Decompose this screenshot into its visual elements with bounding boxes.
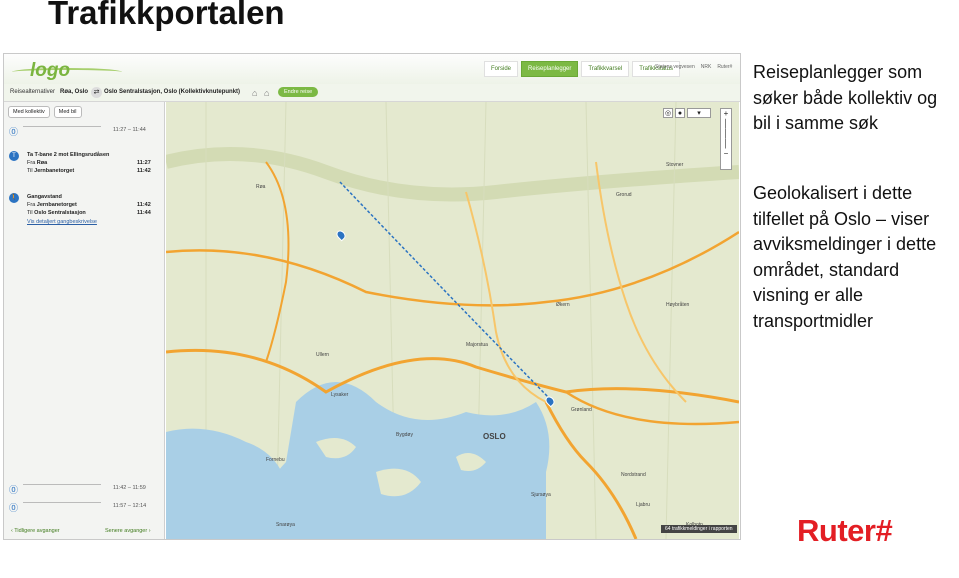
alternative-time: 11:57 – 12:14 (113, 503, 147, 509)
map-place-label: Økern (556, 302, 570, 308)
later-departures-link[interactable]: Senere avganger › (105, 528, 151, 534)
map-place-label: Røa (256, 184, 266, 190)
ruter-logo: Ruter# (797, 513, 893, 548)
alternative-bar (23, 484, 101, 492)
metro-icon: ⓪ (9, 127, 19, 137)
slide: Trafikkportalen logo Forside Reiseplanle… (0, 0, 959, 578)
metro-icon: T (9, 151, 19, 161)
trip-leg: T Ta T-bane 2 mot Ellingsrudåsen Fra Røa… (7, 151, 162, 182)
search-from[interactable]: Røa, Oslo (60, 89, 88, 95)
map-place-label: Snarøya (276, 522, 295, 528)
map-place-label: Majorstua (466, 342, 488, 348)
alternative-time: 11:27 – 11:44 (113, 127, 146, 133)
map-place-label: Ullern (316, 352, 330, 358)
layers-icon[interactable]: ● (675, 108, 685, 118)
mode-tools: Med kollektiv Med bil (8, 106, 82, 118)
traffic-messages-status[interactable]: 64 trafikkmeldinger i rapporten (661, 525, 737, 533)
locate-icon[interactable]: ◎ (663, 108, 673, 118)
mode-bil-button[interactable]: Med bil (53, 106, 82, 118)
map-place-label: Bygdøy (396, 432, 413, 438)
map-place-label: Grorud (616, 192, 632, 198)
alternative-row[interactable]: ⓪ 11:42 – 11:59 (7, 482, 162, 496)
zoom-slider[interactable]: │ (721, 139, 731, 149)
tab-forside[interactable]: Forside (484, 61, 519, 77)
partner-logos: Statens vegvesen NRK Ruter# (655, 64, 732, 70)
slide-text-geolocation: Geolokalisert i dette tilfellet på Oslo … (753, 183, 937, 331)
leg-arrival: 11:44 (137, 210, 151, 216)
leg-to: Til Jernbanetorget (27, 168, 75, 174)
tab-reiseplanlegger[interactable]: Reiseplanlegger (521, 61, 579, 77)
home-icon[interactable]: ⌂ (252, 88, 262, 98)
slide-title: Trafikkportalen (48, 0, 285, 31)
map-type-select[interactable]: ▾ (687, 108, 711, 118)
leg-from: Fra Røa (27, 160, 48, 166)
edit-trip-button[interactable]: Endre reise (278, 87, 319, 97)
partner-vegvesen: Statens vegvesen (655, 64, 695, 70)
map-place-label: Ljabru (636, 502, 650, 508)
zoom-slider[interactable]: │ (721, 119, 731, 129)
zoom-control: + │ │ │ − (720, 108, 732, 170)
search-label: Reisealternativer (10, 89, 56, 95)
mode-kollektiv-button[interactable]: Med kollektiv (8, 106, 50, 118)
map-place-label: Nordstrand (621, 472, 646, 478)
route-search-bar: Reisealternativer Røa, Oslo ⇄ Oslo Sentr… (4, 84, 740, 102)
map-place-label: Grønland (571, 407, 592, 413)
map-place-label: Høybråten (666, 302, 690, 308)
alternative-bar (23, 502, 101, 510)
nav-tabs: Forside Reiseplanlegger Trafikkvarsel Tr… (484, 61, 680, 77)
leg-departure: 11:42 (137, 202, 151, 208)
map-place-label: Sjursøya (531, 492, 551, 498)
zoom-slider[interactable]: │ (721, 129, 731, 139)
leg-arrival: 11:42 (137, 168, 151, 174)
zoom-out-icon[interactable]: − (721, 149, 731, 159)
home-icon[interactable]: ⌂ (264, 88, 274, 98)
app-screenshot: logo Forside Reiseplanlegger Trafikkvars… (3, 53, 741, 540)
trip-leg: 🚶 Gangavstand Fra Jernbanetorget Til Osl… (7, 193, 162, 234)
map-view[interactable]: Røa Ullern Bygdøy Grorud Stovner Nordstr… (166, 102, 739, 539)
alternative-row[interactable]: ⓪ 11:57 – 12:14 (7, 500, 162, 514)
leg-head: Gangavstand (27, 194, 62, 200)
alternative-row[interactable]: ⓪ 11:27 – 11:44 (7, 124, 162, 138)
zoom-in-icon[interactable]: + (721, 109, 731, 119)
leg-to: Til Oslo Sentralstasjon (27, 210, 86, 216)
tab-trafikkvarsel[interactable]: Trafikkvarsel (581, 61, 630, 77)
alternative-time: 11:42 – 11:59 (113, 485, 146, 491)
app-header: logo Forside Reiseplanlegger Trafikkvars… (4, 54, 740, 84)
partner-nrk: NRK (700, 64, 712, 70)
leg-head: Ta T-bane 2 mot Ellingsrudåsen (27, 152, 110, 158)
pagination: ‹ Tidligere avganger Senere avganger › (7, 526, 162, 538)
alternative-bar (23, 126, 101, 134)
walking-directions-link[interactable]: Vis detaljert gangbeskrivelse (27, 219, 97, 225)
map-graphic (166, 102, 739, 539)
partner-ruter: Ruter# (717, 64, 733, 70)
leg-from: Fra Jernbanetorget (27, 202, 77, 208)
swap-icon[interactable]: ⇄ (91, 87, 102, 98)
metro-icon: ⓪ (9, 485, 19, 495)
walk-icon: 🚶 (9, 193, 19, 203)
slide-text-planner: Reiseplanlegger som søker både kollektiv… (753, 62, 938, 134)
app-logo[interactable]: logo (30, 60, 70, 82)
metro-icon: ⓪ (9, 503, 19, 513)
search-to[interactable]: Oslo Sentralstasjon, Oslo (Kollektivknut… (104, 89, 240, 95)
map-place-label: Fornebu (266, 457, 285, 463)
map-place-label: Lysaker (331, 392, 349, 398)
leg-departure: 11:27 (137, 160, 151, 166)
map-place-label: Stovner (666, 162, 684, 168)
trip-sidebar: Med kollektiv Med bil ⓪ 11:27 – 11:44 T … (4, 102, 165, 539)
map-city-label: OSLO (483, 432, 506, 441)
earlier-departures-link[interactable]: ‹ Tidligere avganger (11, 528, 60, 534)
